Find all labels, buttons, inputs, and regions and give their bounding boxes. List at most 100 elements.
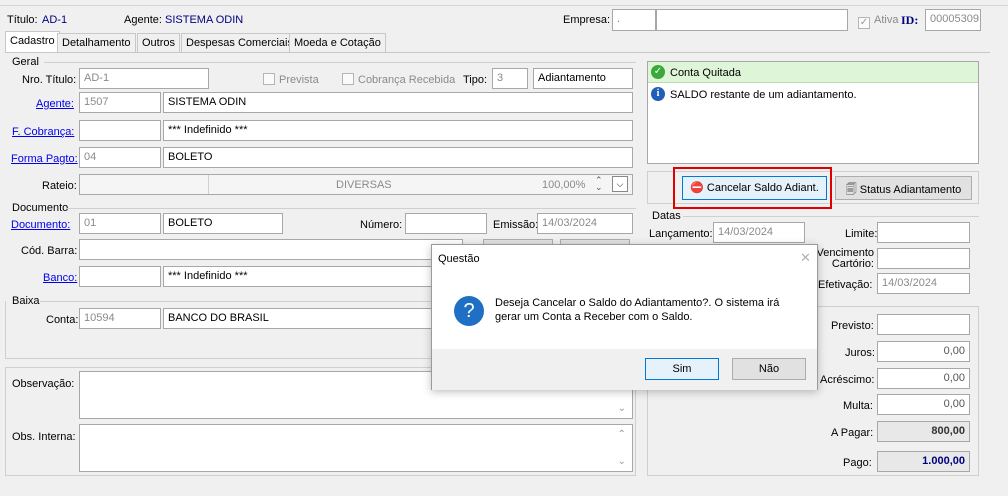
- conta-quitada-row: ✓ Conta Quitada: [648, 62, 978, 83]
- apagar-field: 800,00: [877, 421, 970, 442]
- previsto-field[interactable]: [877, 314, 970, 335]
- efetivacao-label: Efetivação:: [818, 279, 873, 291]
- forma-pagto-code-field[interactable]: 04: [79, 147, 161, 168]
- ativa-checkbox[interactable]: ✓ Ativa: [858, 14, 898, 29]
- top-strip: [0, 0, 1008, 6]
- lancamento-field[interactable]: 14/03/2024: [713, 222, 805, 243]
- cancel-doc-icon: ⛔: [690, 182, 704, 194]
- documento-group-line: [66, 208, 636, 209]
- status-adiantamento-label: Status Adiantamento: [859, 184, 962, 196]
- emissao-field[interactable]: 14/03/2024: [537, 213, 633, 234]
- banco-desc-field: *** Indefinido ***: [163, 266, 463, 287]
- id-field: 00005309: [925, 9, 981, 31]
- numero-label: Número:: [360, 219, 403, 231]
- efetivacao-field[interactable]: 14/03/2024: [877, 273, 970, 294]
- multa-field[interactable]: 0,00: [877, 394, 970, 415]
- conta-label: Conta:: [46, 314, 79, 326]
- cobranca-recebida-checkbox[interactable]: Cobrança Recebida: [342, 73, 455, 86]
- agente-name-field: SISTEMA ODIN: [163, 92, 633, 113]
- apagar-label: A Pagar:: [831, 427, 874, 439]
- tab-despesas-comerciais[interactable]: Despesas Comerciais: [181, 33, 298, 52]
- documento-link[interactable]: Documento:: [11, 219, 70, 231]
- tab-underline: [5, 52, 990, 53]
- status-panel: ✓ Conta Quitada i SALDO restante de um a…: [647, 61, 979, 164]
- obs-interna-scroll-up-icon[interactable]: ⌃: [618, 429, 626, 440]
- conta-quitada-text: Conta Quitada: [670, 67, 741, 79]
- prevista-checkbox[interactable]: Prevista: [263, 73, 319, 86]
- acrescimo-label: Acréscimo:: [820, 374, 875, 386]
- info-text: SALDO restante de um adiantamento.: [670, 89, 857, 101]
- rateio-value: DIVERSAS: [336, 179, 392, 191]
- tipo-code-field[interactable]: 3: [492, 68, 528, 89]
- empresa-code-field[interactable]: .: [612, 9, 656, 31]
- observacao-scroll-down-icon[interactable]: ⌄: [618, 403, 626, 414]
- acrescimo-field[interactable]: 0,00: [877, 368, 970, 389]
- obs-interna-scroll-down-icon[interactable]: ⌄: [618, 456, 626, 467]
- agente-header-label: Agente:: [124, 14, 162, 26]
- dialog-close-icon[interactable]: ✕: [800, 250, 811, 266]
- fcobranca-link[interactable]: F. Cobrança:: [12, 126, 74, 138]
- previsto-label: Previsto:: [831, 320, 874, 332]
- datas-group-label: Datas: [652, 210, 681, 222]
- conta-code-field[interactable]: 10594: [79, 308, 161, 329]
- nro-titulo-label: Nro. Título:: [22, 74, 77, 86]
- tab-cadastro[interactable]: Cadastro: [5, 31, 60, 52]
- forma-pagto-link[interactable]: Forma Pagto:: [11, 153, 78, 165]
- dialog-title: Questão: [438, 253, 480, 265]
- empresa-name-field[interactable]: [656, 9, 848, 31]
- fcobranca-code-field[interactable]: [79, 120, 161, 141]
- emissao-label: Emissão:: [493, 219, 539, 231]
- rateio-dropdown-icon[interactable]: ⌵: [612, 176, 628, 192]
- geral-group-label: Geral: [12, 56, 39, 68]
- agente-link[interactable]: Agente:: [36, 98, 74, 110]
- fcobranca-desc-field: *** Indefinido ***: [163, 120, 633, 141]
- ativa-check-icon: ✓: [858, 17, 870, 29]
- limite-label: Limite:: [845, 228, 878, 240]
- documento-code-field[interactable]: 01: [79, 213, 161, 234]
- prevista-label: Prevista: [279, 74, 319, 86]
- tab-outros[interactable]: Outros: [137, 33, 181, 52]
- juros-field[interactable]: 0,00: [877, 341, 970, 362]
- rateio-divider: [208, 175, 209, 194]
- numero-field[interactable]: [405, 213, 487, 234]
- agente-code-field[interactable]: 1507: [79, 92, 161, 113]
- agente-header-value: SISTEMA ODIN: [165, 14, 244, 26]
- status-doc-icon: 🗐: [845, 184, 857, 196]
- tipo-label: Tipo:: [463, 74, 488, 86]
- cancelar-saldo-button[interactable]: ⛔ Cancelar Saldo Adiant.: [682, 176, 827, 200]
- info-circle-icon: i: [651, 87, 665, 101]
- documento-desc-field: BOLETO: [163, 213, 283, 234]
- status-adiantamento-button[interactable]: 🗐 Status Adiantamento: [835, 176, 972, 200]
- limite-field[interactable]: [877, 222, 970, 243]
- empresa-label: Empresa:: [563, 14, 611, 26]
- pago-label: Pago:: [843, 457, 872, 469]
- titulo-label: Título:: [7, 14, 38, 26]
- forma-pagto-desc-field: BOLETO: [163, 147, 633, 168]
- banco-link[interactable]: Banco:: [43, 272, 77, 284]
- cod-barra-label: Cód. Barra:: [21, 245, 78, 257]
- question-dialog: Questão ✕ ? Deseja Cancelar o Saldo do A…: [431, 244, 818, 390]
- vencimento-cartorio-label: Vencimento Cartório:: [816, 248, 874, 270]
- obs-interna-label: Obs. Interna:: [12, 431, 76, 443]
- nao-button[interactable]: Não: [732, 358, 806, 380]
- rateio-field[interactable]: DIVERSAS 100,00% ⌃ ⌄ ⌵: [79, 174, 633, 195]
- cobranca-check-icon: [342, 73, 354, 85]
- juros-label: Juros:: [845, 347, 875, 359]
- rateio-spinner-icon[interactable]: ⌃ ⌄: [595, 176, 603, 192]
- lancamento-label: Lançamento:: [649, 228, 713, 240]
- banco-code-field[interactable]: [79, 266, 161, 287]
- multa-label: Multa:: [843, 400, 873, 412]
- obs-interna-textarea[interactable]: ⌃ ⌄: [79, 424, 633, 472]
- conta-desc-field: BANCO DO BRASIL: [163, 308, 463, 329]
- tab-moeda-cotacao[interactable]: Moeda e Cotação: [289, 33, 386, 52]
- cobranca-label: Cobrança Recebida: [358, 74, 456, 86]
- cancelar-saldo-label: Cancelar Saldo Adiant.: [706, 182, 819, 194]
- documento-group-label: Documento: [12, 202, 69, 214]
- sim-button[interactable]: Sim: [645, 358, 719, 380]
- cod-barra-field[interactable]: [79, 239, 463, 260]
- nro-titulo-field[interactable]: AD-1: [79, 68, 209, 89]
- tab-detalhamento[interactable]: Detalhamento: [57, 33, 136, 52]
- vencimento-cartorio-field[interactable]: [877, 248, 970, 269]
- id-label: ID:: [901, 13, 919, 27]
- tipo-desc-field: Adiantamento: [533, 68, 633, 89]
